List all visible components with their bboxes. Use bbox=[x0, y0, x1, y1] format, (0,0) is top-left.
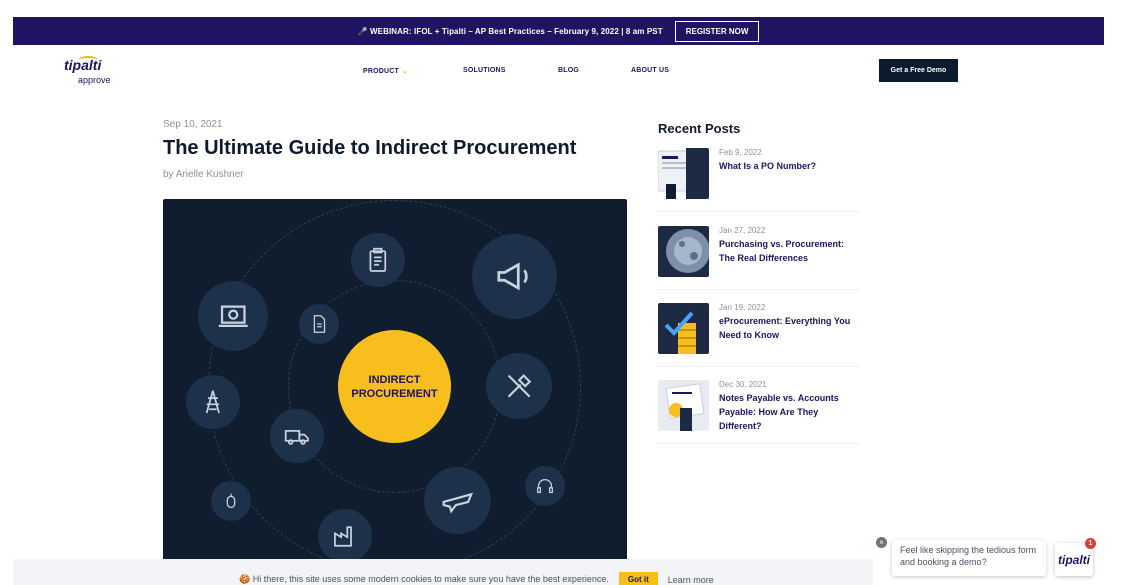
post-date: Sep 10, 2021 bbox=[163, 119, 223, 130]
get-free-demo-button[interactable]: Get a Free Demo bbox=[879, 59, 958, 82]
recent-post-date: Jan 27, 2022 bbox=[719, 226, 766, 235]
recent-post-title: eProcurement: Everything You Need to Kno… bbox=[719, 316, 851, 340]
nav-item-solutions[interactable]: SOLUTIONS bbox=[463, 67, 506, 74]
cookie-bar-content: 🍪 Hi there, this site uses some modern c… bbox=[239, 572, 714, 585]
truck-icon bbox=[270, 409, 324, 463]
hero-line-2: PROCUREMENT bbox=[351, 387, 438, 400]
recent-post-date: Jan 19, 2022 bbox=[719, 303, 766, 312]
headset-icon bbox=[525, 466, 565, 506]
tools-icon bbox=[486, 353, 552, 419]
document-icon bbox=[299, 304, 339, 344]
laptop-gear-icon bbox=[198, 281, 268, 351]
recent-post-title: Notes Payable vs. Accounts Payable: How … bbox=[719, 393, 839, 431]
clipboard-icon bbox=[351, 233, 405, 287]
recent-post-item[interactable]: Dec 30, 2021 Notes Payable vs. Accounts … bbox=[658, 380, 860, 444]
recent-post-title: What Is a PO Number? bbox=[719, 161, 817, 171]
megaphone-icon bbox=[472, 234, 557, 319]
webinar-banner: 🎤 WEBINAR: IFOL + Tipalti – AP Best Prac… bbox=[13, 17, 1104, 45]
chat-launcher-button[interactable]: tipalti 1 bbox=[1055, 538, 1096, 576]
factory-icon bbox=[318, 509, 372, 561]
hero-illustration: INDIRECT PROCUREMENT bbox=[163, 199, 627, 561]
cookie-bar: 🍪 Hi there, this site uses some modern c… bbox=[13, 559, 873, 585]
recent-post-thumbnail bbox=[658, 303, 709, 354]
nav-item-about-us[interactable]: ABOUT US bbox=[631, 67, 669, 74]
recent-post-date: Dec 30, 2021 bbox=[719, 380, 767, 389]
recent-post-title: Purchasing vs. Procurement: The Real Dif… bbox=[719, 239, 845, 263]
recent-post-thumbnail bbox=[658, 148, 709, 199]
recent-post-item[interactable]: Jan 19, 2022 eProcurement: Everything Yo… bbox=[658, 303, 860, 367]
close-icon[interactable]: × bbox=[876, 537, 887, 548]
airplane-icon bbox=[424, 467, 491, 534]
chat-notification-badge: 1 bbox=[1085, 538, 1096, 549]
recent-post-thumbnail bbox=[658, 226, 709, 277]
chat-message-bubble[interactable]: Feel like skipping the tedious form and … bbox=[892, 540, 1046, 576]
hero-line-1: INDIRECT bbox=[368, 373, 421, 386]
main-nav: PRODUCT ⌄ SOLUTIONS BLOG ABOUT US bbox=[0, 67, 1132, 77]
post-title: The Ultimate Guide to Indirect Procureme… bbox=[163, 137, 577, 159]
nav-item-product-label: PRODUCT bbox=[363, 68, 400, 75]
register-now-button[interactable]: REGISTER NOW bbox=[674, 20, 760, 42]
cookie-accept-button[interactable]: Got it bbox=[618, 572, 658, 585]
recent-posts-title: Recent Posts bbox=[658, 121, 741, 136]
cookie-text: 🍪 Hi there, this site uses some modern c… bbox=[239, 574, 609, 584]
recent-post-item[interactable]: Feb 9, 2022 What Is a PO Number? bbox=[658, 148, 860, 212]
chevron-down-icon: ⌄ bbox=[402, 68, 409, 75]
cookie-learn-more-link[interactable]: Learn more bbox=[668, 575, 714, 585]
chat-launcher-logo: tipalti bbox=[1058, 552, 1090, 567]
nav-item-product[interactable]: PRODUCT ⌄ bbox=[363, 67, 408, 75]
recent-post-item[interactable]: Jan 27, 2022 Purchasing vs. Procurement:… bbox=[658, 226, 860, 290]
recent-post-thumbnail bbox=[658, 380, 709, 431]
post-author: by Arielle Kushner bbox=[163, 169, 244, 180]
indirect-procurement-circle: INDIRECT PROCUREMENT bbox=[338, 330, 451, 443]
mouse-icon bbox=[211, 481, 251, 521]
recent-post-date: Feb 9, 2022 bbox=[719, 148, 762, 157]
power-tower-icon bbox=[186, 375, 240, 429]
nav-item-blog[interactable]: BLOG bbox=[558, 67, 579, 74]
webinar-banner-text: 🎤 WEBINAR: IFOL + Tipalti – AP Best Prac… bbox=[357, 26, 663, 36]
